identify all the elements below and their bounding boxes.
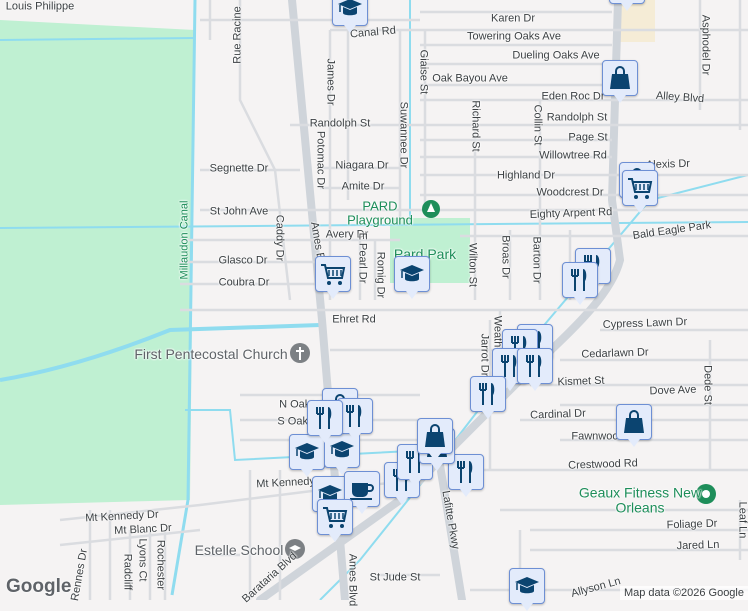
food-marker[interactable] [307,400,343,443]
bag-icon [421,422,449,450]
street-label: Jared Ln [676,538,720,553]
park-area [0,20,195,505]
cart-icon [319,260,347,288]
street-label: Segnette Dr [209,162,269,175]
coffee-icon [348,475,376,503]
street-label: Coubra Dr [218,276,270,289]
street-label: Foliage Dr [666,517,718,532]
school-icon [513,572,541,600]
poi-estelle-school[interactable]: Estelle School [195,543,284,557]
food-marker[interactable] [517,348,553,391]
street-label: Richard St [469,100,482,152]
street-label: Niagara Dr [335,159,389,172]
street-label: Ehret Rd [332,313,376,326]
street-label: Page St [568,131,608,144]
street-label: Karen Dr [490,12,536,25]
street-label: Rochester [154,539,167,591]
map-attribution[interactable]: Map data ©2026 Google [619,586,748,600]
street-label: Lyons Ct [136,538,149,582]
street-label: Highland Dr [496,169,556,182]
street-label: Radcliff [121,553,134,591]
poi-first-pentecostal-church[interactable]: First Pentecostal Church [134,347,287,361]
street-label: Cardinal Dr [529,407,586,422]
street-label: Ames Blvd [346,553,359,607]
street-label: Randolph St [546,111,608,124]
food-icon [566,266,594,294]
bag-icon [620,408,648,436]
bag-marker[interactable] [602,60,638,103]
food-icon [452,458,480,486]
street-label: Dove Ave [649,383,697,398]
school-icon [336,0,364,22]
street-label: Barton Dr [530,236,543,284]
street-label: Towering Oaks Ave [467,30,561,43]
street-label: Potomac Dr [314,130,327,190]
bag-marker[interactable] [417,418,453,461]
street-label: Amite Dr [341,180,385,193]
food-marker[interactable] [562,262,598,305]
street-label: E Pearl Dr [356,232,369,284]
bag-icon [606,64,634,92]
street-label: St John Ave [209,205,269,218]
street-label: Giaise St [417,49,430,95]
street-label: Collin St [531,104,544,146]
food-marker[interactable] [470,376,506,419]
school-icon [293,438,321,466]
street-label: Woodcrest Dr [536,186,604,199]
poi-pard-playground[interactable]: PARD Playground [335,199,425,226]
street-label: Millaudon Canal [178,200,191,280]
bag-marker[interactable] [609,0,645,11]
street-label: Leaf Ln [736,501,748,539]
street-label: Romig Dr [374,251,387,299]
street-label: Randolph St [309,117,371,130]
street-label: Suwannee Dr [397,101,410,169]
street-label: Glasco Dr [218,254,268,267]
food-icon [474,380,502,408]
street-label: St Jude St [369,571,421,584]
school-marker[interactable] [509,568,545,611]
cart-icon [321,503,349,531]
street-label: Eden Roc Dr [541,90,605,103]
google-logo: Google [6,576,72,597]
bag-marker[interactable] [616,404,652,447]
street-label: Broas Dr [499,235,512,279]
street-label: Wilton St [466,242,479,288]
street-label: Dede St [701,365,714,405]
street-label: Dueling Oaks Ave [512,49,600,62]
food-icon [521,352,549,380]
street-label: Kismet St [557,374,605,389]
street-label: Louis Philippe [5,0,75,13]
school-icon [398,260,426,288]
school-marker[interactable] [394,256,430,299]
street-label: Rue Racine [231,6,244,64]
street-label: Oak Bayou Ave [432,72,508,85]
street-label: Asphodel Dr [699,14,712,76]
cart-marker[interactable] [317,499,353,542]
cart-marker[interactable] [315,256,351,299]
cart-marker[interactable] [622,170,658,213]
poi-geaux-fitness[interactable]: Geaux Fitness New Orleans [575,485,705,515]
food-icon [341,402,369,430]
cart-icon [626,174,654,202]
street-label: Willowtree Rd [539,149,607,162]
street-label: James Dr [324,58,337,106]
street-label: Caddy Dr [273,214,286,262]
school-marker[interactable] [332,0,368,33]
street-label: Jarrot Dr [478,333,491,377]
food-icon [311,404,339,432]
street-label: Cedarlawn Dr [581,346,649,361]
